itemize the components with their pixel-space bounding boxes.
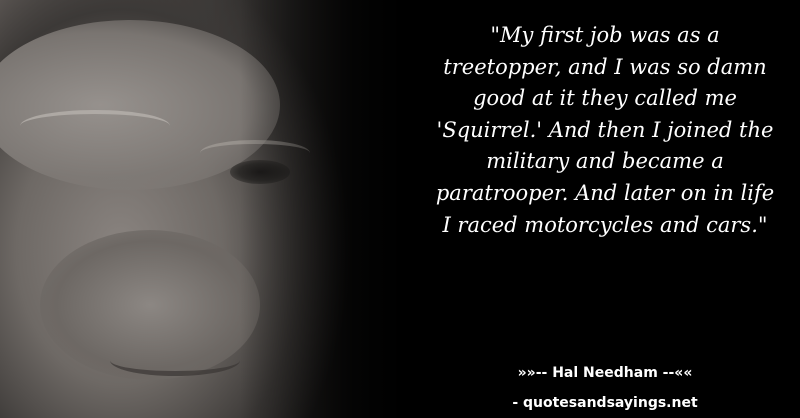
quote-card: "My first job was as a treetopper, and I…	[0, 0, 800, 418]
quote-text: "My first job was as a treetopper, and I…	[435, 23, 775, 237]
quote-author: »»-- Hal Needham --««	[517, 365, 693, 381]
quote-source: - quotesandsayings.net	[512, 395, 698, 411]
portrait-photo	[0, 0, 420, 418]
glasses-frame-left	[20, 110, 170, 142]
portrait-mouth	[110, 345, 240, 376]
photo-fade-overlay	[240, 0, 420, 418]
